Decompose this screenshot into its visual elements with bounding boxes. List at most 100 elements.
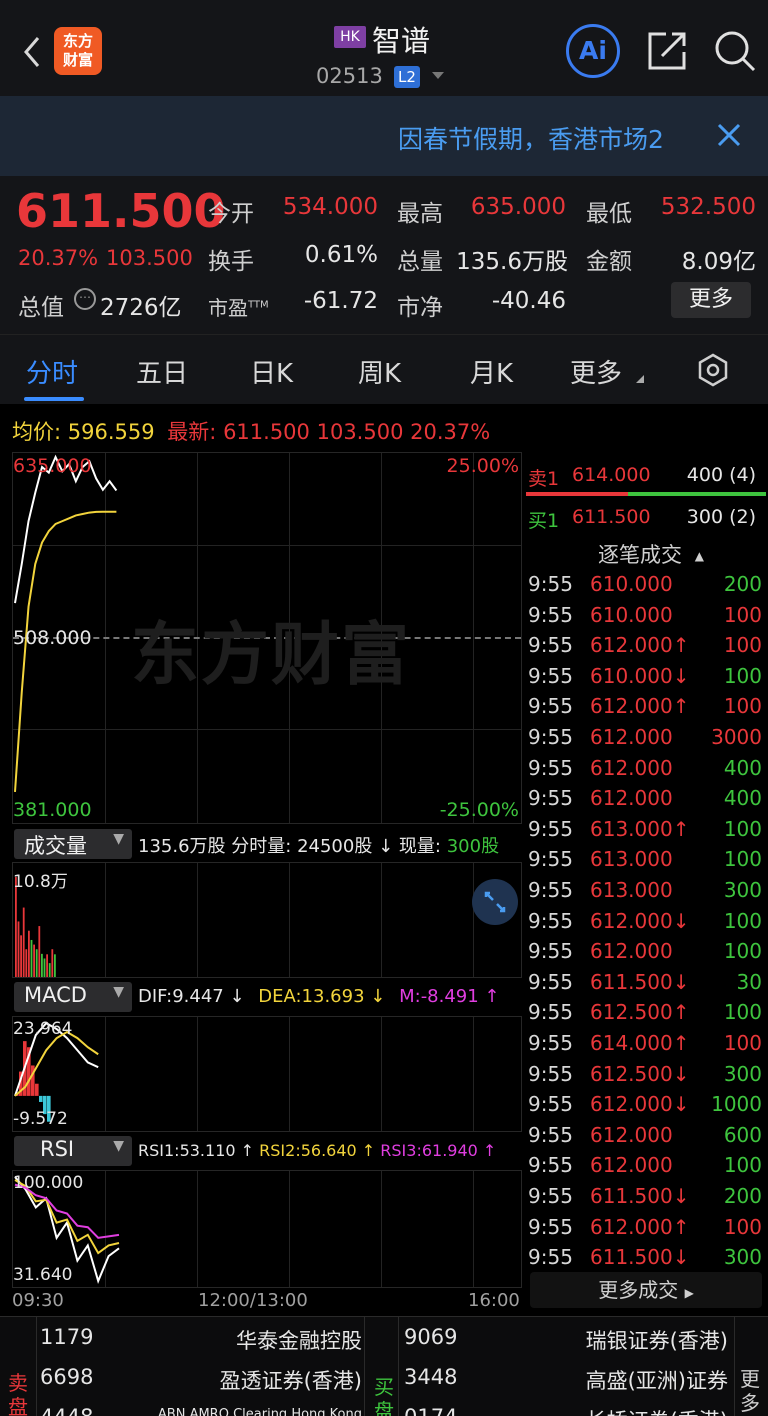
trade-volume: 400 bbox=[723, 786, 762, 811]
trade-price: 612.000↑ bbox=[590, 633, 689, 657]
dropdown-arrow-icon: ▼ bbox=[113, 831, 124, 847]
minute-volume-label: 分时量: bbox=[231, 836, 292, 857]
volume-indicator-select[interactable]: 成交量 ▼ bbox=[14, 829, 132, 859]
trade-direction: ↓ bbox=[672, 663, 690, 688]
tab-month-k[interactable]: 月K bbox=[470, 353, 513, 390]
macd-chart[interactable]: 23.964 -9.572 bbox=[12, 1016, 522, 1132]
high-label: 最高 bbox=[397, 201, 443, 227]
pe-label: 市盈TTM bbox=[208, 292, 269, 321]
trade-time: 9:55 bbox=[528, 602, 573, 627]
ask-row[interactable]: 卖1 614.000 400 (4) bbox=[524, 460, 768, 490]
buy-broker-row[interactable]: 3448 高盛(亚洲)证券 bbox=[404, 1365, 730, 1397]
trade-volume: 300 bbox=[723, 1245, 762, 1270]
trade-price: 612.000 bbox=[590, 1153, 673, 1177]
trade-time: 9:55 bbox=[528, 572, 573, 596]
macd-m: M:-8.491 ↑ bbox=[399, 986, 500, 1007]
more-trades-label: 更多成交 bbox=[598, 1278, 679, 1302]
price-chart[interactable]: 东方财富 635.000 25.00% 508.000 381.000 -25.… bbox=[12, 452, 522, 824]
volume-bar bbox=[22, 907, 25, 977]
sell-broker-row[interactable]: 4448 ABN AMRO Clearing Hong Kong bbox=[40, 1405, 364, 1416]
tab-day-k[interactable]: 日K bbox=[250, 353, 293, 390]
broker-name: 瑞银证券(香港) bbox=[585, 1329, 728, 1353]
search-icon[interactable] bbox=[714, 30, 758, 74]
macd-indicator-select[interactable]: MACD ▼ bbox=[14, 982, 132, 1012]
trade-row: 9:55 610.000 100 bbox=[526, 603, 766, 633]
bid-label: 买1 bbox=[528, 510, 560, 532]
sell-broker-row[interactable]: 6698 盈透证券(香港) bbox=[40, 1365, 364, 1397]
ask-label: 卖1 bbox=[528, 468, 560, 490]
bottom-price-label: 381.000 bbox=[13, 799, 92, 821]
tab-5day[interactable]: 五日 bbox=[136, 353, 188, 390]
trade-price-value: 611.500 bbox=[590, 1245, 673, 1270]
volume-bar bbox=[51, 949, 54, 977]
tab-week-k[interactable]: 周K bbox=[358, 353, 401, 390]
trade-price-value: 612.000 bbox=[590, 908, 673, 933]
trade-row: 9:55 612.000↑ 100 bbox=[526, 1215, 766, 1245]
trade-row: 9:55 611.500↓ 200 bbox=[526, 1184, 766, 1214]
trade-volume: 30 bbox=[736, 969, 762, 994]
trade-price: 612.000 bbox=[590, 1123, 673, 1147]
minute-volume-arrow: ↓ bbox=[378, 836, 394, 857]
trade-time: 9:55 bbox=[528, 847, 573, 872]
buy-broker-row[interactable]: 0174 长桥证券(香港) bbox=[404, 1405, 730, 1416]
tab-more[interactable]: 更多 bbox=[570, 353, 622, 390]
trade-price: 612.000↓ bbox=[590, 909, 689, 933]
trade-volume: 300 bbox=[723, 878, 762, 902]
latest-value: 611.500 bbox=[223, 420, 310, 444]
close-icon[interactable] bbox=[714, 120, 744, 150]
chevron-down-icon[interactable] bbox=[432, 72, 444, 79]
trade-price-value: 612.000 bbox=[590, 755, 673, 780]
trade-volume: 600 bbox=[723, 1122, 762, 1147]
volume-chart[interactable]: 10.8万 bbox=[12, 862, 522, 978]
trades-header[interactable]: 逐笔成交 ▲ bbox=[598, 539, 704, 569]
trade-row: 9:55 613.000 300 bbox=[526, 878, 766, 908]
trade-volume: 100 bbox=[723, 633, 762, 658]
expand-icon[interactable] bbox=[472, 879, 518, 925]
trade-direction: ↑ bbox=[672, 816, 690, 841]
broker-id: 1179 bbox=[40, 1325, 94, 1349]
pb-value: -40.46 bbox=[491, 288, 566, 314]
trade-row: 9:55 611.500↓ 300 bbox=[526, 1245, 766, 1275]
more-button[interactable]: 更多 bbox=[671, 282, 751, 318]
avg-label: 均价: bbox=[12, 420, 62, 444]
trades-header-label: 逐笔成交 bbox=[598, 543, 682, 567]
trade-price-value: 612.000 bbox=[590, 939, 673, 964]
trade-row: 9:55 610.000 200 bbox=[526, 572, 766, 602]
quote-panel: 611.500 20.37% 103.500 总值 ⋯ 2726亿 今开 534… bbox=[0, 176, 768, 334]
share-icon[interactable] bbox=[646, 30, 688, 72]
more-label-1: 更 bbox=[740, 1367, 760, 1391]
buy-broker-row[interactable]: 9069 瑞银证券(香港) bbox=[404, 1325, 730, 1357]
macd-stats: DIF:9.447 ↓ DEA:13.693 ↓ M:-8.491 ↑ bbox=[138, 986, 500, 1007]
back-icon[interactable] bbox=[18, 34, 48, 70]
sell-broker-row[interactable]: 1179 华泰金融控股 bbox=[40, 1325, 364, 1357]
time-axis-mid: 12:00/13:00 bbox=[198, 1290, 308, 1311]
volume-bar bbox=[17, 921, 20, 977]
more-brokers-button[interactable]: 更 多 bbox=[740, 1367, 760, 1415]
trade-price: 613.000 bbox=[590, 847, 673, 871]
macd-dea: DEA:13.693 ↓ bbox=[258, 986, 386, 1007]
stock-code: 02513 bbox=[316, 64, 383, 88]
bid-price: 611.500 bbox=[572, 506, 651, 528]
trade-time: 9:55 bbox=[528, 633, 573, 658]
trade-price: 612.000↑ bbox=[590, 1215, 689, 1239]
trade-row: 9:55 612.000↑ 100 bbox=[526, 694, 766, 724]
trade-time: 9:55 bbox=[528, 755, 573, 780]
eastmoney-logo[interactable]: 东方 财富 bbox=[54, 27, 102, 75]
bid-row[interactable]: 买1 611.500 300 (2) bbox=[524, 502, 768, 532]
trade-row: 9:55 612.500↑ 100 bbox=[526, 1000, 766, 1030]
level-badge: L2 bbox=[394, 66, 420, 88]
time-axis-start: 09:30 bbox=[12, 1290, 64, 1311]
ai-assistant-icon[interactable]: Ai bbox=[566, 24, 620, 78]
broker-id: 9069 bbox=[404, 1325, 458, 1349]
trade-price: 612.000 bbox=[590, 786, 673, 810]
notice-banner[interactable]: 因春节假期，香港市场2 bbox=[0, 96, 768, 176]
latest-label: 最新: bbox=[167, 420, 217, 444]
trade-direction: ↑ bbox=[672, 1214, 690, 1239]
gear-icon[interactable] bbox=[696, 353, 730, 387]
info-icon[interactable]: ⋯ bbox=[74, 288, 96, 310]
rsi-indicator-select[interactable]: RSI ▼ bbox=[14, 1136, 132, 1166]
market-cap-label: 总值 bbox=[18, 295, 64, 321]
more-trades-button[interactable]: 更多成交 ▶ bbox=[530, 1272, 762, 1308]
tab-intraday[interactable]: 分时 bbox=[26, 353, 78, 390]
rsi-chart[interactable]: 100.000 31.640 bbox=[12, 1170, 522, 1288]
